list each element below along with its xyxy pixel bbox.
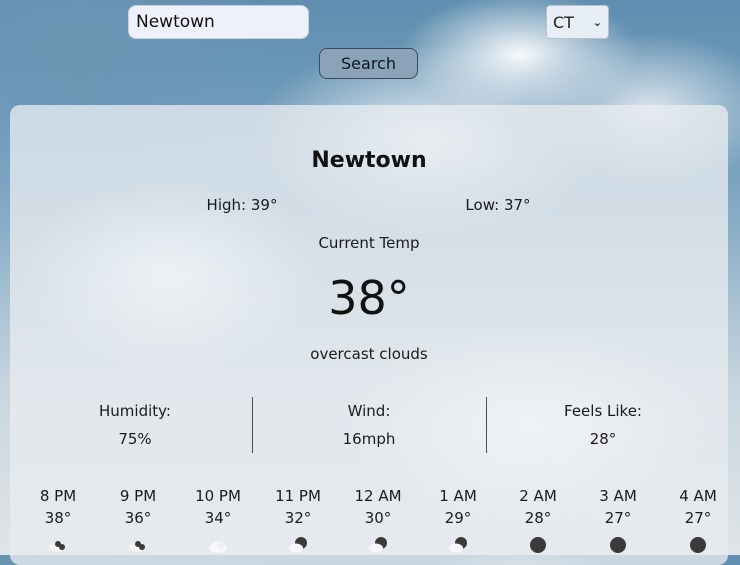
feels-like-value: 28°	[589, 430, 617, 448]
broken-clouds-night-icon	[49, 541, 65, 552]
hour-temp: 27°	[684, 509, 712, 527]
hour-temp: 27°	[604, 509, 632, 527]
low-temp: Low: 37°	[465, 196, 531, 214]
hour-temp: 32°	[284, 509, 312, 527]
hour-temp: 28°	[524, 509, 552, 527]
current-temp: 38°	[328, 271, 410, 325]
partly-cloudy-night-icon	[449, 537, 467, 553]
partly-cloudy-night-icon	[289, 537, 307, 553]
weather-description: overcast clouds	[310, 345, 428, 363]
chevron-down-icon: ⌄	[592, 15, 602, 29]
hour-time: 11 PM	[275, 487, 321, 505]
overcast-clouds-icon	[209, 541, 227, 553]
partly-cloudy-night-icon	[369, 537, 387, 553]
clear-night-icon	[530, 537, 546, 553]
stat-divider	[252, 397, 253, 453]
hour-temp: 34°	[204, 509, 232, 527]
search-button[interactable]: Search	[319, 48, 418, 79]
hour-time: 10 PM	[195, 487, 241, 505]
humidity-label: Humidity:	[99, 402, 171, 420]
broken-clouds-night-icon	[129, 541, 145, 552]
high-temp: High: 39°	[206, 196, 278, 214]
hour-temp: 38°	[44, 509, 72, 527]
state-select[interactable]: CT ⌄	[546, 5, 609, 39]
hour-time: 12 AM	[354, 487, 402, 505]
state-select-value: CT	[553, 12, 574, 32]
humidity-value: 75%	[118, 430, 152, 448]
stat-divider	[486, 397, 487, 453]
current-temp-label: Current Temp	[318, 234, 420, 252]
hour-time: 2 AM	[519, 487, 557, 505]
hour-time: 9 PM	[119, 487, 157, 505]
hour-time: 4 AM	[679, 487, 717, 505]
weather-card: Newtown High: 39° Low: 37° Current Temp …	[10, 105, 728, 565]
city-name: Newtown	[311, 148, 427, 173]
hour-time: 8 PM	[39, 487, 77, 505]
clear-night-icon	[610, 537, 626, 553]
clear-night-icon	[690, 537, 706, 553]
hour-temp: 36°	[124, 509, 152, 527]
city-search-input[interactable]	[128, 5, 309, 39]
wind-label: Wind:	[347, 402, 391, 420]
hour-time: 3 AM	[599, 487, 637, 505]
wind-value: 16mph	[342, 430, 396, 448]
hour-time: 1 AM	[439, 487, 477, 505]
hour-temp: 30°	[364, 509, 392, 527]
hour-temp: 29°	[444, 509, 472, 527]
feels-like-label: Feels Like:	[564, 402, 642, 420]
